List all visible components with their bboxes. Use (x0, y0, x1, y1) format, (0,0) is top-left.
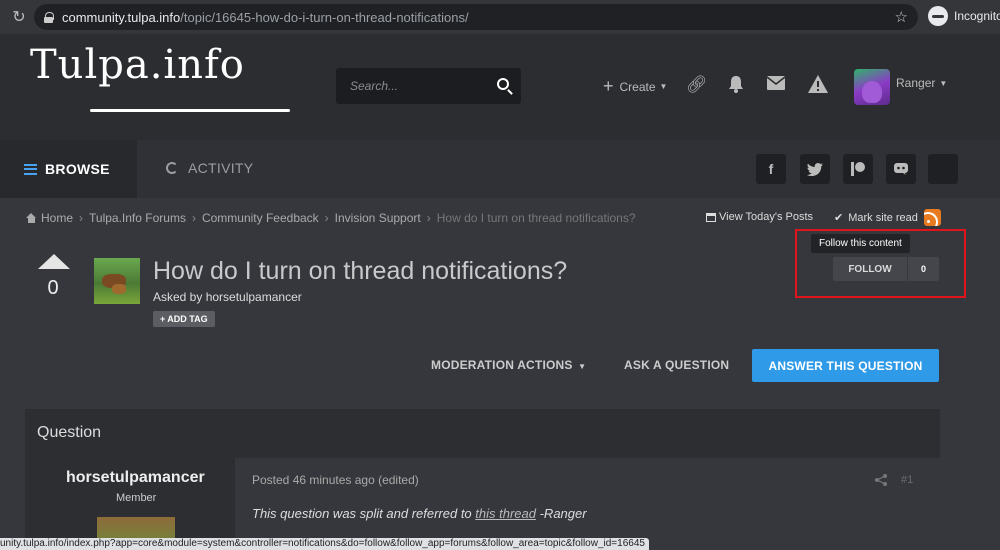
list-icon (24, 163, 37, 175)
status-url: unity.tulpa.info/index.php?app=core&modu… (0, 538, 649, 550)
site-logo[interactable]: Tulpa.info (30, 42, 245, 88)
bookmark-star-icon[interactable]: ☆ (895, 8, 908, 26)
activity-icon (166, 162, 178, 174)
mail-icon[interactable] (766, 75, 786, 95)
bell-icon[interactable] (726, 75, 746, 95)
home-icon (26, 213, 37, 223)
moderation-actions-menu[interactable]: MODERATION ACTIONS ▼ (431, 358, 586, 372)
tab-activity[interactable]: ACTIVITY (166, 160, 253, 176)
search-box[interactable]: Search... (336, 68, 521, 104)
url-path: /topic/16645-how-do-i-turn-on-thread-not… (180, 9, 469, 25)
facebook-icon[interactable]: f (756, 154, 786, 184)
calendar-icon (706, 212, 716, 222)
rss-icon[interactable] (924, 209, 941, 226)
address-bar[interactable]: community.tulpa.info/topic/16645-how-do-… (34, 4, 918, 30)
upvote-arrow-icon[interactable] (38, 254, 70, 269)
breadcrumb: Home › Tulpa.Info Forums › Community Fee… (26, 211, 636, 225)
author-role: Member (116, 492, 157, 504)
username: Ranger (896, 76, 936, 90)
blank-icon[interactable] (928, 154, 958, 184)
vote-count: 0 (47, 277, 59, 299)
ask-question-button[interactable]: ASK A QUESTION (624, 358, 729, 372)
post-link[interactable]: this thread (475, 506, 536, 521)
discord-icon[interactable] (886, 154, 916, 184)
incognito-label: Incognito (954, 9, 1000, 23)
tab-activity-label: ACTIVITY (188, 160, 254, 176)
chevron-right-icon: › (191, 211, 196, 225)
check-icon: ✔ (834, 212, 844, 224)
user-menu[interactable]: Ranger ▼ (896, 76, 947, 90)
search-input[interactable]: Search... (350, 79, 398, 93)
search-icon[interactable] (497, 78, 509, 90)
patreon-icon[interactable] (843, 154, 873, 184)
incognito-indicator[interactable]: Incognito (928, 6, 1000, 26)
view-todays-posts-link[interactable]: View Today's Posts (706, 211, 813, 223)
post-text: This question was split and referred to (252, 506, 476, 521)
chevron-right-icon: › (79, 211, 84, 225)
create-label: Create (619, 79, 656, 94)
browser-toolbar: ↻ community.tulpa.info/topic/16645-how-d… (0, 0, 1000, 34)
post-timestamp: Posted 46 minutes ago (edited) (252, 473, 419, 487)
mark-site-read-label: Mark site read (848, 211, 918, 224)
warning-icon[interactable] (808, 75, 828, 95)
view-todays-posts-label: View Today's Posts (719, 211, 814, 223)
chevron-right-icon: › (426, 211, 431, 225)
link-icon[interactable]: 🔗︎ (686, 75, 708, 95)
breadcrumb-item-home[interactable]: Home (41, 211, 73, 225)
page-title: How do I turn on thread notifications? (153, 257, 568, 285)
plus-icon: + (603, 76, 614, 96)
chevron-down-icon: ▼ (659, 82, 668, 91)
breadcrumb-item-forums[interactable]: Tulpa.Info Forums (89, 211, 186, 225)
incognito-icon (928, 6, 948, 26)
post-number[interactable]: #1 (901, 474, 913, 486)
tab-browse[interactable]: BROWSE (0, 140, 137, 198)
breadcrumb-item-support[interactable]: Invision Support (335, 211, 421, 225)
reload-icon[interactable]: ↻ (6, 4, 32, 30)
question-section-title: Question (37, 424, 102, 441)
post-body-panel (235, 458, 940, 550)
lock-icon (44, 11, 54, 23)
tab-browse-label: BROWSE (45, 161, 110, 177)
post-text-tail: -Ranger (535, 506, 587, 521)
share-icon[interactable] (875, 474, 887, 489)
breadcrumb-item-feedback[interactable]: Community Feedback (202, 211, 319, 225)
breadcrumb-current: How do I turn on thread notifications? (436, 211, 636, 225)
chevron-down-icon: ▼ (578, 362, 587, 371)
twitter-icon[interactable] (800, 154, 830, 184)
answer-question-button[interactable]: ANSWER THIS QUESTION (752, 349, 939, 382)
add-tag-button[interactable]: + ADD TAG (153, 311, 215, 327)
post-content: This question was split and referred to … (252, 506, 587, 521)
author-thumbnail[interactable] (94, 258, 140, 304)
create-menu[interactable]: + Create ▼ (603, 76, 667, 97)
url-host: community.tulpa.info (62, 9, 181, 25)
highlight-box (795, 229, 966, 298)
moderation-actions-label: MODERATION ACTIONS (431, 358, 573, 372)
asked-by: Asked by horsetulpamancer (153, 290, 302, 304)
mark-site-read-link[interactable]: ✔ Mark site read (834, 211, 918, 225)
chevron-right-icon: › (324, 211, 329, 225)
author-name[interactable]: horsetulpamancer (66, 469, 205, 487)
add-tag-label: ADD TAG (167, 314, 208, 324)
logo-underline (90, 109, 290, 112)
chevron-down-icon: ▼ (939, 78, 948, 88)
user-avatar[interactable] (854, 69, 890, 105)
plus-icon: + (160, 314, 166, 324)
